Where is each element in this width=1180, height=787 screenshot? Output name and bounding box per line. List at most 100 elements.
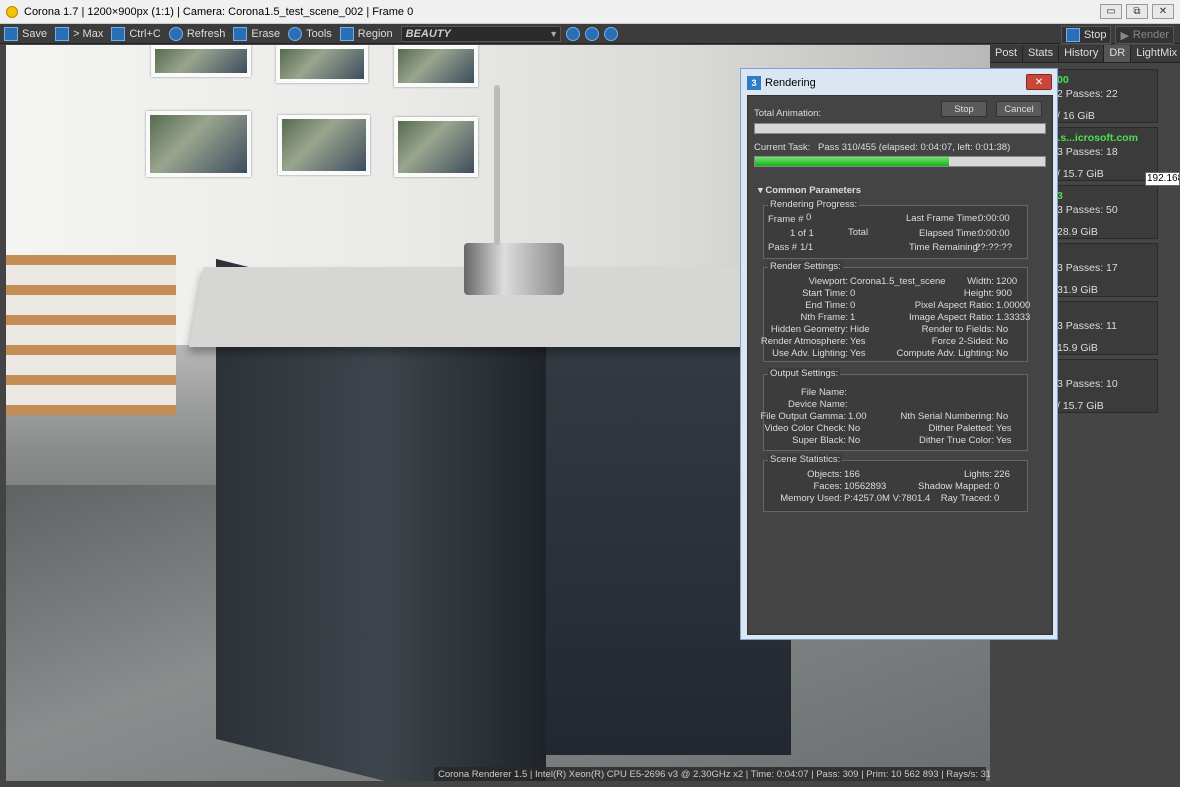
setting-row: Super Black: No: [764, 435, 894, 447]
setting-row: Render Atmosphere: Yes: [760, 336, 894, 348]
setting-value: No: [848, 423, 861, 434]
setting-row: Height: 900: [894, 288, 1029, 300]
node-memory: / 16 GiB: [1057, 110, 1095, 122]
setting-label: Render Atmosphere:: [760, 336, 848, 347]
save-button[interactable]: Save: [0, 25, 51, 43]
setting-row: Compute Adv. Lighting: No: [894, 348, 1029, 360]
setting-label: Super Black:: [792, 435, 846, 446]
rendering-dialog: 3 Rendering ✕ Total Animation: Stop Canc…: [740, 68, 1058, 640]
setting-row: Use Adv. Lighting: Yes: [764, 348, 894, 360]
node-name: 3: [1057, 190, 1063, 202]
setting-label: Pixel Aspect Ratio:: [914, 300, 994, 311]
region-label: Region: [357, 27, 393, 40]
tab-post[interactable]: Post: [990, 45, 1024, 62]
node-passes: 3 Passes: 10: [1057, 378, 1118, 390]
time-remaining-label: Time Remaining:: [909, 242, 981, 253]
device-name-label: Device Name:: [788, 399, 848, 410]
setting-value: 10562893: [844, 481, 887, 492]
setting-label: Dither True Color:: [919, 435, 994, 446]
copy-label: Ctrl+C: [129, 27, 161, 40]
setting-label: File Output Gamma:: [760, 411, 846, 422]
channel-select[interactable]: BEAUTY ▼: [400, 25, 561, 42]
setting-value: 0: [850, 300, 856, 311]
cancel-button[interactable]: Cancel: [996, 101, 1042, 117]
setting-value: 1200: [996, 276, 1018, 287]
setting-value: No: [996, 348, 1009, 359]
last-frame-time-value: 0:00:00: [978, 213, 1010, 224]
setting-label: Objects:: [807, 469, 842, 480]
setting-value: 0: [850, 288, 856, 299]
render-label: Render: [1132, 29, 1169, 41]
stop-render-button[interactable]: Stop: [1060, 26, 1112, 44]
setting-label: Image Aspect Ratio:: [908, 312, 994, 323]
window-title: Corona 1.7 | 1200×900px (1:1) | Camera: …: [24, 5, 414, 18]
setting-value: 900: [996, 288, 1012, 299]
zoom-fit-icon[interactable]: [565, 26, 580, 41]
zoom-in-icon[interactable]: [603, 26, 618, 41]
setting-row: Nth Serial Numbering: No: [894, 411, 1029, 423]
vfb-toolbar: Save > Max Ctrl+C Refresh Erase Tools Re…: [0, 24, 1180, 44]
erase-button[interactable]: Erase: [229, 25, 284, 43]
setting-value: No: [848, 435, 861, 446]
node-memory: 15.9 GiB: [1057, 342, 1098, 354]
setting-label: Nth Serial Numbering:: [900, 411, 994, 422]
minimize-button[interactable]: ▭: [1100, 4, 1122, 19]
zoom-out-icon[interactable]: [584, 26, 599, 41]
scene-faucet: [494, 85, 500, 245]
erase-label: Erase: [251, 27, 281, 40]
setting-row: Faces: 10562893: [764, 481, 902, 493]
last-frame-time-label: Last Frame Time:: [906, 213, 980, 224]
setting-value: No: [996, 336, 1009, 347]
maximize-button[interactable]: ⧉: [1126, 4, 1148, 19]
chevron-down-icon: ▼: [549, 28, 559, 39]
window-controls: ▭ ⧉ ✕: [1100, 4, 1174, 19]
send-to-max-button[interactable]: > Max: [51, 25, 107, 43]
node-name: [1057, 248, 1157, 260]
common-parameters-header[interactable]: ▾ Common Parameters: [758, 185, 861, 196]
setting-value: Yes: [996, 423, 1012, 434]
setting-label: Use Adv. Lighting:: [772, 348, 848, 359]
tab-history[interactable]: History: [1059, 45, 1105, 62]
elapsed-time-value: 0:00:00: [978, 228, 1010, 239]
tools-button[interactable]: Tools: [284, 25, 336, 43]
tab-stats[interactable]: Stats: [1023, 45, 1060, 62]
current-task-text: Pass 310/455 (elapsed: 0:04:07, left: 0:…: [818, 142, 1011, 153]
setting-label: Height:: [963, 288, 994, 299]
setting-value: Yes: [996, 435, 1012, 446]
setting-row: Start Time: 0: [764, 288, 894, 300]
node-passes: 3 Passes: 11: [1057, 320, 1117, 332]
region-button[interactable]: Region: [336, 25, 397, 43]
node-passes: 3 Passes: 18: [1057, 146, 1118, 158]
max-icon: [55, 26, 70, 41]
setting-label: Compute Adv. Lighting:: [896, 348, 994, 359]
tab-dr[interactable]: DR: [1104, 45, 1132, 62]
setting-row: File Output Gamma: 1.00: [760, 411, 894, 423]
stop-button[interactable]: Stop: [941, 101, 987, 117]
frame-value: 0: [806, 212, 812, 223]
setting-row: End Time: 0: [764, 300, 894, 312]
setting-label: Viewport:: [808, 276, 848, 287]
setting-value: Hide: [850, 324, 870, 335]
stop-icon: [1065, 28, 1080, 42]
of-text: 1 of 1: [790, 228, 814, 239]
setting-label: Hidden Geometry:: [770, 324, 848, 335]
dialog-title-bar[interactable]: 3 Rendering ✕: [744, 72, 1054, 94]
node-name: [1057, 364, 1157, 376]
render-settings-group: Render Settings: Viewport: Corona1.5_test…: [760, 261, 1031, 362]
setting-label: Lights:: [964, 469, 992, 480]
close-button[interactable]: ✕: [1152, 4, 1174, 19]
refresh-button[interactable]: Refresh: [165, 25, 230, 43]
render-settings-title: Render Settings:: [768, 261, 843, 272]
frame-label: Frame #: [768, 214, 804, 225]
scene-statistics-title: Scene Statistics:: [768, 454, 843, 465]
total-animation-label: Total Animation:: [754, 108, 822, 119]
setting-label: Width:: [967, 276, 994, 287]
render-button[interactable]: ▶ Render: [1115, 26, 1174, 44]
setting-value: 0: [994, 481, 1000, 492]
total-text: Total: [848, 227, 869, 238]
tab-lightmix[interactable]: LightMix: [1131, 45, 1180, 62]
channel-value: BEAUTY: [405, 27, 451, 40]
dialog-close-button[interactable]: ✕: [1026, 74, 1052, 90]
copy-button[interactable]: Ctrl+C: [107, 25, 164, 43]
setting-value: 1.33333: [996, 312, 1031, 323]
